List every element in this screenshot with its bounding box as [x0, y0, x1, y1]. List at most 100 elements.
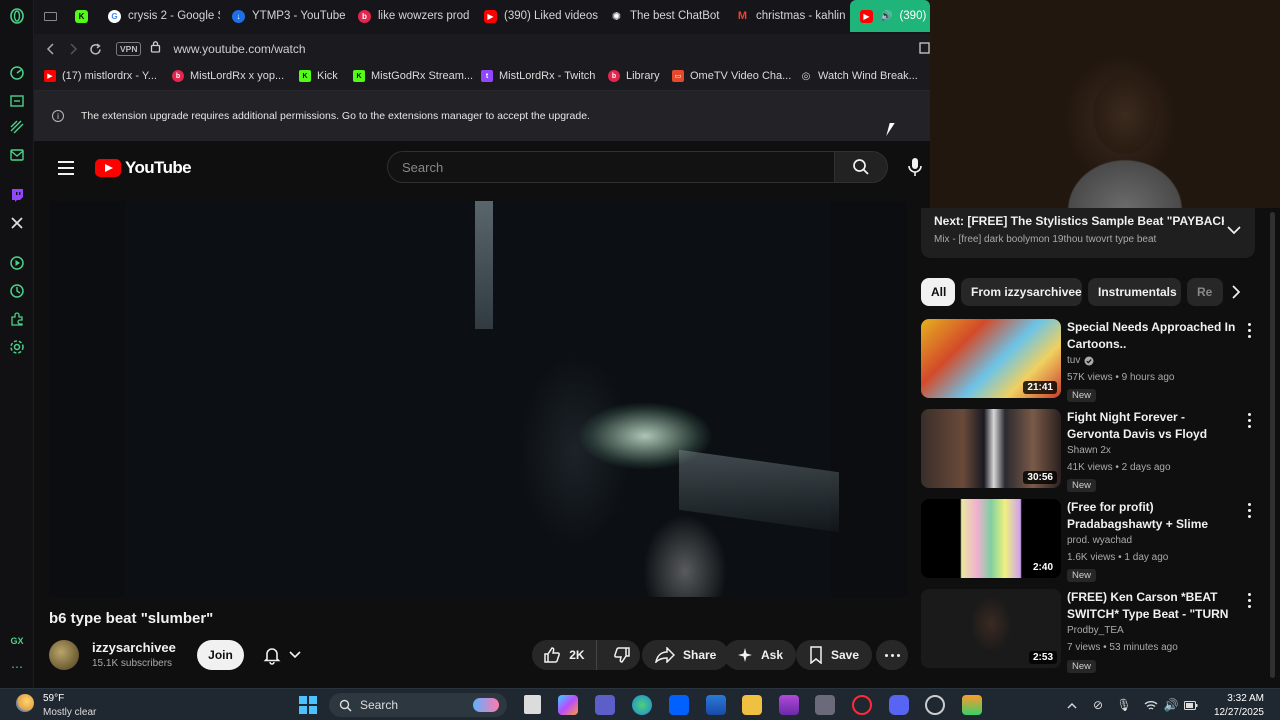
taskbar-search[interactable]: Search	[329, 693, 507, 717]
autoplay-next-card[interactable]: Next: [FREE] The Stylistics Sample Beat …	[921, 208, 1255, 258]
dislike-button[interactable]	[605, 640, 640, 670]
bookmark-7[interactable]: ◎ Watch Wind Break...	[800, 70, 918, 82]
extensions-sidebar-icon[interactable]	[8, 310, 26, 328]
recommendation-item[interactable]: 21:41 Special Needs Approached In Cartoo…	[921, 319, 1266, 402]
bookmark-0[interactable]: ▶ (17) mistlordrx - Y...	[44, 70, 157, 82]
opera-gx-logo-icon[interactable]	[8, 7, 26, 25]
steam-icon[interactable]	[925, 695, 945, 715]
vpn-badge[interactable]: VPN	[116, 42, 142, 56]
sidebar-more-icon[interactable]: ⋯	[8, 658, 26, 676]
video-player[interactable]	[49, 201, 907, 597]
edge-icon[interactable]	[632, 695, 652, 715]
copilot-icon[interactable]	[558, 695, 578, 715]
more-vertical-icon[interactable]	[1242, 321, 1256, 339]
task-view-icon[interactable]	[524, 695, 541, 714]
bookmark-1[interactable]: b MistLordRx x yop...	[172, 70, 284, 82]
youtube-logo[interactable]: YouTube	[95, 158, 192, 178]
battery-icon[interactable]	[1183, 697, 1199, 713]
windows-start-icon[interactable]	[299, 696, 317, 714]
channel-name[interactable]: izzysarchivee	[92, 640, 176, 655]
tab-workspace[interactable]	[34, 0, 70, 32]
recommendation-channel[interactable]: tuv	[1067, 355, 1094, 366]
settings-sidebar-icon[interactable]	[8, 338, 26, 356]
tab-1[interactable]: G crysis 2 - Google S	[98, 0, 220, 32]
discord-icon[interactable]	[889, 695, 909, 715]
video-thumbnail[interactable]: 21:41	[921, 319, 1061, 398]
tab-4[interactable]: ▶ (390) Liked videos	[474, 0, 598, 32]
join-button[interactable]: Join	[197, 640, 244, 670]
tab-3[interactable]: b like wowzers prod	[348, 0, 472, 32]
reload-button[interactable]	[84, 38, 106, 60]
video-thumbnail[interactable]: 2:53	[921, 589, 1061, 668]
menu-icon[interactable]	[58, 161, 74, 175]
video-thumbnail[interactable]: 30:56	[921, 409, 1061, 488]
tab-2[interactable]: ↓ YTMP3 - YouTube	[222, 0, 346, 32]
weather-condition[interactable]: Mostly clear	[43, 707, 96, 718]
wifi-icon[interactable]	[1143, 697, 1159, 713]
speed-dial-icon[interactable]	[8, 64, 26, 82]
clock-date[interactable]: 12/27/2025	[1198, 707, 1264, 718]
more-vertical-icon[interactable]	[1242, 591, 1256, 609]
bookmark-2[interactable]: K Kick	[299, 70, 338, 82]
chip-partial[interactable]: Re	[1187, 278, 1223, 306]
lock-icon[interactable]	[150, 40, 161, 58]
clipchamp-icon[interactable]	[779, 695, 799, 715]
player-sidebar-icon[interactable]	[8, 254, 26, 272]
mail-icon[interactable]	[706, 695, 726, 715]
recommendation-title[interactable]: (Free for profit) Pradabagshawty + Slime…	[1067, 499, 1239, 533]
bookmark-6[interactable]: ▭ OmeTV Video Cha...	[672, 70, 791, 82]
microphone-icon[interactable]: 🎙	[1116, 697, 1132, 713]
like-button[interactable]: 2K	[532, 640, 597, 670]
x-twitter-sidebar-icon[interactable]	[8, 214, 26, 232]
volume-icon[interactable]: 🔊	[1163, 697, 1179, 713]
clock-time[interactable]: 3:32 AM	[1198, 693, 1264, 704]
tab-0[interactable]: K	[70, 0, 96, 32]
bookmark-3[interactable]: K MistGodRx Stream...	[353, 70, 473, 82]
recommendation-title[interactable]: Fight Night Forever - Gervonta Davis vs …	[1067, 409, 1239, 443]
dropbox-icon[interactable]	[669, 695, 689, 715]
gx-sidebar-label[interactable]: GX	[8, 632, 26, 650]
camera-icon[interactable]	[815, 695, 835, 715]
recommendations-scrollbar[interactable]	[1270, 212, 1275, 678]
notifications-button[interactable]	[255, 640, 309, 670]
twitch-sidebar-icon[interactable]	[8, 186, 26, 204]
tab-7-active[interactable]: ▶ 🔊 (390) b	[850, 0, 930, 32]
recommendation-channel[interactable]: Shawn 2x	[1067, 445, 1111, 456]
tab-5[interactable]: ✺ The best ChatBot	[600, 0, 724, 32]
recommendation-item[interactable]: 2:53 (FREE) Ken Carson *BEAT SWITCH* Typ…	[921, 589, 1266, 673]
recommendation-item[interactable]: 2:40 (Free for profit) Pradabagshawty + …	[921, 499, 1266, 582]
search-input[interactable]	[402, 159, 802, 175]
screenshot-tool-icon[interactable]	[918, 41, 930, 60]
more-actions-button[interactable]	[876, 640, 908, 670]
more-vertical-icon[interactable]	[1242, 411, 1256, 429]
voice-search-button[interactable]	[900, 152, 930, 182]
chip-instrumentals[interactable]: Instrumentals	[1088, 278, 1181, 306]
expand-chevron-icon[interactable]	[1227, 222, 1241, 240]
tab-6[interactable]: M christmas - kahlin	[726, 0, 850, 32]
channel-avatar[interactable]	[49, 640, 79, 670]
ask-button[interactable]: Ask	[724, 640, 797, 670]
recommendation-title[interactable]: Special Needs Approached In Cartoons..	[1067, 319, 1239, 353]
recommendation-item[interactable]: 30:56 Fight Night Forever - Gervonta Dav…	[921, 409, 1266, 492]
network-off-icon[interactable]: ⊘	[1090, 697, 1106, 713]
chips-next-button[interactable]	[1222, 278, 1250, 306]
recommendation-title[interactable]: (FREE) Ken Carson *BEAT SWITCH* Type Bea…	[1067, 589, 1239, 623]
gx-corner-icon[interactable]	[8, 118, 26, 136]
opera-gx-taskbar-icon[interactable]	[852, 695, 872, 715]
teams-icon[interactable]	[595, 695, 615, 715]
gmail-sidebar-icon[interactable]	[8, 146, 26, 164]
back-button[interactable]	[40, 38, 62, 60]
tray-expand-icon[interactable]	[1064, 697, 1080, 713]
share-button[interactable]: Share	[642, 640, 730, 670]
app-icon[interactable]	[962, 695, 982, 715]
gx-control-icon[interactable]	[8, 92, 26, 110]
chip-all[interactable]: All	[921, 278, 955, 306]
save-button[interactable]: Save	[796, 640, 873, 670]
recommendation-channel[interactable]: Prodby_TEA	[1067, 625, 1124, 636]
more-vertical-icon[interactable]	[1242, 501, 1256, 519]
bookmark-4[interactable]: t MistLordRx - Twitch	[481, 70, 595, 82]
forward-button[interactable]	[62, 38, 84, 60]
history-sidebar-icon[interactable]	[8, 282, 26, 300]
weather-moon-icon[interactable]	[16, 694, 34, 712]
bookmark-5[interactable]: b Library	[608, 70, 660, 82]
